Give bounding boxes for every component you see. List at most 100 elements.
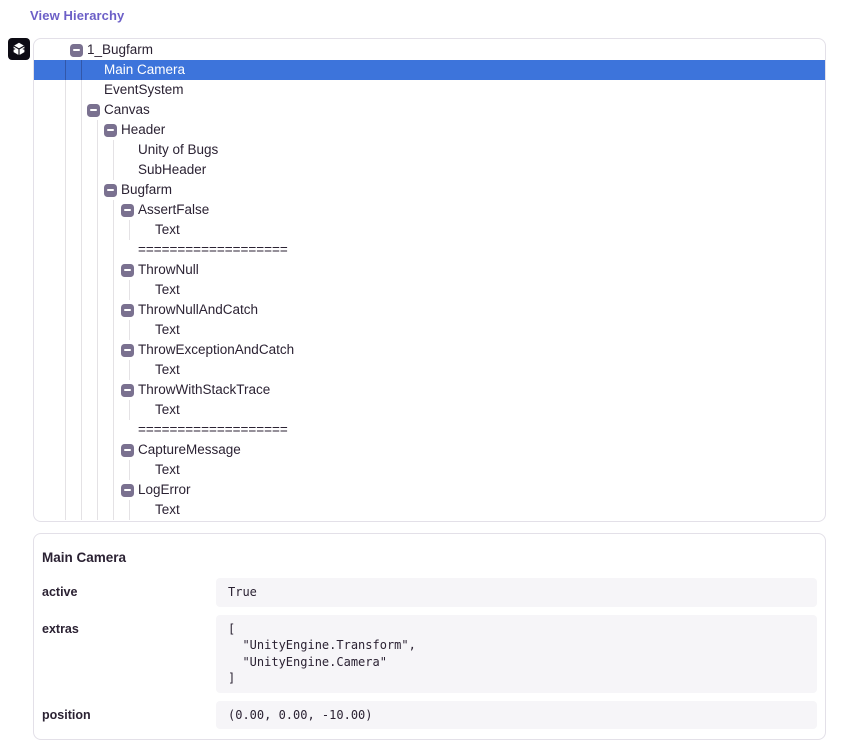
indent-guide	[65, 160, 66, 180]
indent-guide	[81, 140, 82, 160]
indent-guide	[129, 500, 130, 520]
collapse-minus-icon[interactable]	[121, 384, 134, 397]
expander-slot	[104, 124, 121, 137]
collapse-minus-icon[interactable]	[121, 344, 134, 357]
tree-item[interactable]: 1_Bugfarm	[34, 40, 825, 60]
indent-guide	[65, 120, 66, 140]
indent-guide	[81, 220, 82, 240]
tree-item[interactable]: Text	[34, 400, 825, 420]
indent-guide	[65, 360, 66, 380]
tree-item[interactable]: ThrowWithStackTrace	[34, 380, 825, 400]
collapse-minus-icon[interactable]	[104, 124, 117, 137]
tree-item[interactable]: Text	[34, 280, 825, 300]
detail-row: extras[ "UnityEngine.Transform", "UnityE…	[42, 615, 817, 693]
indent-guide	[81, 60, 82, 80]
tree-item-label: 1_Bugfarm	[87, 40, 153, 60]
collapse-minus-icon[interactable]	[121, 264, 134, 277]
collapse-minus-icon[interactable]	[121, 204, 134, 217]
indent-guide	[113, 240, 114, 260]
tree-item-label: Main Camera	[104, 60, 185, 80]
tree-item-label: Text	[155, 220, 180, 240]
indent-guide	[81, 420, 82, 440]
indent-guide	[113, 260, 114, 280]
detail-value: [ "UnityEngine.Transform", "UnityEngine.…	[216, 615, 817, 693]
tree-item[interactable]: Canvas	[34, 100, 825, 120]
indent-guide	[97, 260, 98, 280]
collapse-minus-icon[interactable]	[104, 184, 117, 197]
indent-guide	[81, 120, 82, 140]
tree-item[interactable]: ThrowExceptionAndCatch	[34, 340, 825, 360]
tree-item[interactable]: SubHeader	[34, 160, 825, 180]
tree-item[interactable]: Text	[34, 500, 825, 520]
indent-guide	[81, 480, 82, 500]
expander-slot	[138, 504, 155, 517]
indent-guide	[113, 140, 114, 160]
indent-guide	[97, 200, 98, 220]
collapse-minus-icon[interactable]	[87, 104, 100, 117]
indent-guide	[97, 400, 98, 420]
detail-key: extras	[42, 615, 216, 693]
expander-slot	[121, 164, 138, 177]
tree-item[interactable]: Text	[34, 320, 825, 340]
indent-guide	[81, 100, 82, 120]
expander-slot	[87, 84, 104, 97]
indent-guide	[81, 160, 82, 180]
indent-guide	[65, 280, 66, 300]
tree-item[interactable]: Unity of Bugs	[34, 140, 825, 160]
tree-item[interactable]: Text	[34, 360, 825, 380]
indent-guide	[113, 360, 114, 380]
tree-item[interactable]: ThrowNull	[34, 260, 825, 280]
indent-guide	[65, 480, 66, 500]
tree-item[interactable]: EventSystem	[34, 80, 825, 100]
tree-item[interactable]: LogError	[34, 480, 825, 500]
hierarchy-tree-panel[interactable]: 1_BugfarmMain CameraEventSystemCanvasHea…	[33, 38, 826, 522]
tree-item[interactable]: ThrowNullAndCatch	[34, 300, 825, 320]
expander-slot	[121, 444, 138, 457]
indent-guide	[81, 300, 82, 320]
collapse-minus-icon[interactable]	[121, 304, 134, 317]
indent-guide	[65, 320, 66, 340]
tree-item[interactable]: Text	[34, 460, 825, 480]
collapse-minus-icon[interactable]	[70, 44, 83, 57]
indent-guide	[129, 400, 130, 420]
indent-guide	[113, 220, 114, 240]
expander-slot	[138, 464, 155, 477]
indent-guide	[97, 320, 98, 340]
node-detail-panel: Main Camera activeTrueextras[ "UnityEngi…	[33, 533, 826, 740]
indent-guide	[113, 400, 114, 420]
tree-item[interactable]: ===================	[34, 420, 825, 440]
tree-item[interactable]: Bugfarm	[34, 180, 825, 200]
expander-slot	[104, 184, 121, 197]
tree-item[interactable]: Text	[34, 220, 825, 240]
tree-item-label: Text	[155, 500, 180, 520]
tree-item-label: Unity of Bugs	[138, 140, 218, 160]
indent-guide	[97, 180, 98, 200]
expander-slot	[121, 304, 138, 317]
collapse-minus-icon[interactable]	[121, 484, 134, 497]
tree-item-label: Text	[155, 460, 180, 480]
indent-guide	[65, 440, 66, 460]
expander-slot	[138, 324, 155, 337]
collapse-minus-icon[interactable]	[121, 444, 134, 457]
tree-item[interactable]: AssertFalse	[34, 200, 825, 220]
tree-item[interactable]: Main Camera	[34, 60, 825, 80]
tree-item[interactable]: ===================	[34, 240, 825, 260]
expander-slot	[121, 244, 138, 257]
detail-row: position(0.00, 0.00, -10.00)	[42, 701, 817, 730]
indent-guide	[65, 260, 66, 280]
tree-item[interactable]: CaptureMessage	[34, 440, 825, 460]
indent-guide	[97, 120, 98, 140]
tree-item-label: Canvas	[104, 100, 150, 120]
indent-guide	[81, 280, 82, 300]
expander-slot	[87, 104, 104, 117]
tree-item[interactable]: Header	[34, 120, 825, 140]
indent-guide	[65, 500, 66, 520]
indent-guide	[97, 460, 98, 480]
indent-guide	[65, 100, 66, 120]
indent-guide	[81, 80, 82, 100]
expander-slot	[87, 64, 104, 77]
indent-guide	[81, 240, 82, 260]
indent-guide	[65, 380, 66, 400]
view-hierarchy-title[interactable]: View Hierarchy	[30, 8, 124, 23]
expander-slot	[121, 204, 138, 217]
